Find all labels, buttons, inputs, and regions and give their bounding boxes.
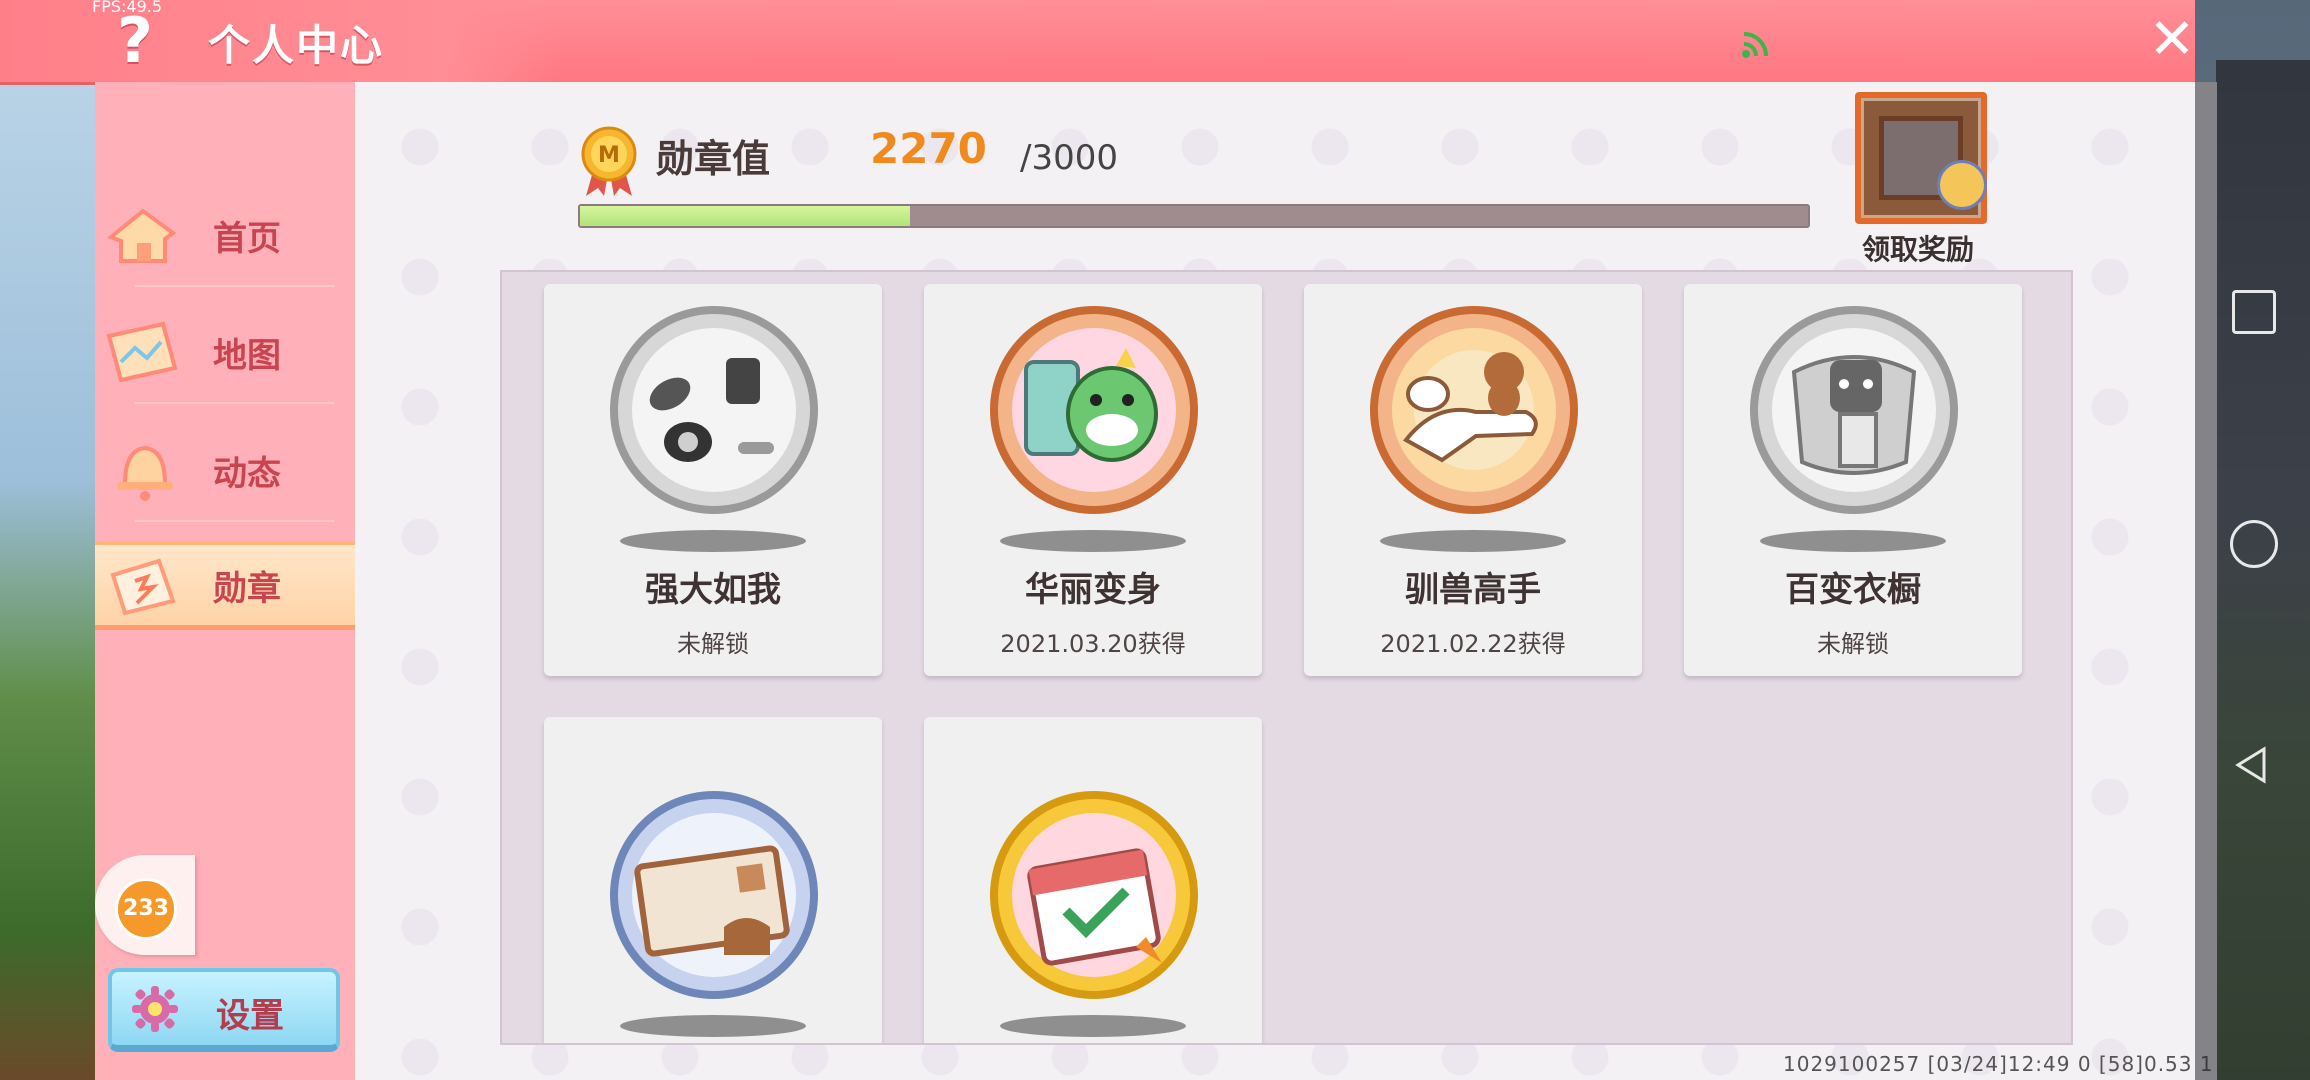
medal-shadow xyxy=(1000,530,1186,552)
wardrobe-medal-icon xyxy=(1750,306,1958,514)
svg-text:M: M xyxy=(598,143,620,168)
game-background-left xyxy=(0,80,95,1080)
medal-name: 强大如我 xyxy=(645,570,781,610)
sidebar-item-label: 动态 xyxy=(213,454,281,494)
medal-value-current: 2270 xyxy=(870,124,987,173)
sidebar-item-map[interactable]: 地图 xyxy=(95,294,353,404)
mini-character-icon xyxy=(1937,160,1987,210)
medal-coin-icon: M xyxy=(581,126,637,196)
divider xyxy=(135,402,335,404)
sidebar-item-label: 首页 xyxy=(213,219,281,259)
sidebar-item-label: 勋章 xyxy=(213,569,281,609)
help-icon[interactable]: ? xyxy=(110,8,160,74)
close-icon[interactable]: ✕ xyxy=(2142,10,2202,70)
signal-icon xyxy=(1742,32,1768,58)
medal-card[interactable]: 强大如我 未解锁 xyxy=(544,284,882,676)
medal-name: 华丽变身 xyxy=(1025,570,1161,610)
sidebar-item-medals[interactable]: 勋章 xyxy=(95,542,357,630)
beast-tamer-medal-icon xyxy=(1370,306,1578,514)
medal-shadow xyxy=(1760,530,1946,552)
header-bar: FPS:49.5 ? 个人中心 ✕ xyxy=(0,0,2195,85)
debug-footer: 1029100257 [03/24]12:49 0 [58]0.53 1 xyxy=(1783,1052,2214,1076)
transform-medal-icon xyxy=(990,306,1198,514)
back-icon[interactable] xyxy=(2232,745,2272,785)
sidebar-item-home[interactable]: 首页 xyxy=(95,177,353,287)
divider xyxy=(135,285,335,287)
medal-card[interactable] xyxy=(544,717,882,1043)
letter-medal-icon xyxy=(610,791,818,999)
medal-value-label: 勋章值 xyxy=(656,137,771,181)
medal-shadow xyxy=(1000,1015,1186,1037)
settings-button[interactable]: 设置 xyxy=(108,968,340,1052)
recent-apps-icon[interactable] xyxy=(2232,290,2276,334)
medal-status: 2021.02.22获得 xyxy=(1380,630,1566,658)
medal-shadow xyxy=(1380,530,1566,552)
medal-name: 驯兽高手 xyxy=(1405,570,1541,610)
medal-grid: 强大如我 未解锁 华丽变身 2021.03.20获得 驯兽高手 2021.02.… xyxy=(500,270,2073,1045)
map-icon xyxy=(106,321,178,383)
strong-me-medal-icon xyxy=(610,306,818,514)
notification-badge[interactable]: 233 xyxy=(95,855,195,955)
claim-reward-label[interactable]: 领取奖励 xyxy=(1862,228,1974,268)
medal-progress-fill xyxy=(580,206,911,226)
medal-status: 2021.03.20获得 xyxy=(1000,630,1186,658)
sidebar-item-label: 地图 xyxy=(213,336,281,376)
home-button-icon[interactable] xyxy=(2230,520,2278,568)
divider xyxy=(135,520,335,522)
badge-count: 233 xyxy=(115,878,177,940)
reward-avatar-frame[interactable] xyxy=(1855,92,1987,224)
medal-name: 百变衣橱 xyxy=(1785,570,1921,610)
medal-value-max: /3000 xyxy=(1020,138,1118,178)
page-title: 个人中心 xyxy=(208,21,385,70)
medal-icon xyxy=(110,558,176,616)
medal-card[interactable] xyxy=(924,717,1262,1043)
medal-card[interactable]: 驯兽高手 2021.02.22获得 xyxy=(1304,284,1642,676)
settings-label: 设置 xyxy=(216,996,284,1036)
medal-shadow xyxy=(620,530,806,552)
medal-progress-bar xyxy=(578,204,1810,228)
calendar-checkin-medal-icon xyxy=(990,791,1198,999)
medal-status: 未解锁 xyxy=(1817,630,1889,658)
medal-shadow xyxy=(620,1015,806,1037)
home-icon xyxy=(107,208,177,263)
bell-icon xyxy=(117,445,173,501)
gear-icon xyxy=(132,986,178,1032)
medal-card[interactable]: 华丽变身 2021.03.20获得 xyxy=(924,284,1262,676)
medal-status: 未解锁 xyxy=(677,630,749,658)
medal-card[interactable]: 百变衣橱 未解锁 xyxy=(1684,284,2022,676)
sidebar-item-feed[interactable]: 动态 xyxy=(95,412,353,522)
